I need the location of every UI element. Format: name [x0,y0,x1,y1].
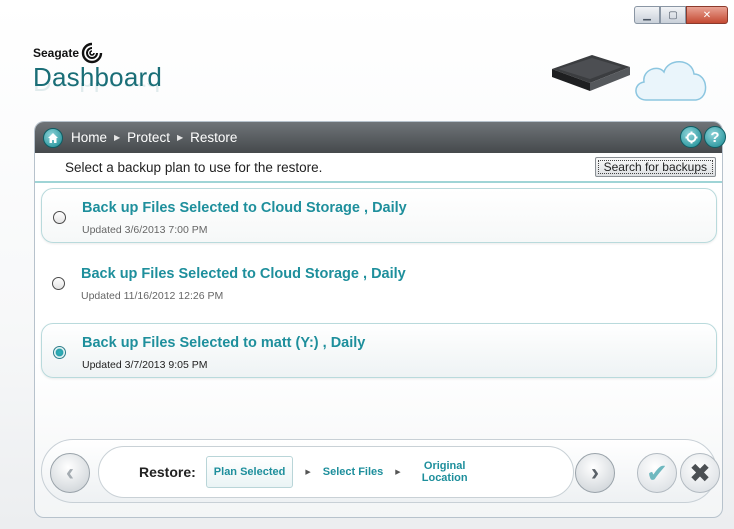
app-logo: Seagate Dashboard Dashboard [33,42,162,97]
step-select-files[interactable]: Select Files [323,466,384,478]
cloud-icon [635,61,707,101]
step-plan-selected[interactable]: Plan Selected [205,456,294,488]
search-for-backups-button[interactable]: Search for backups [594,157,716,177]
maximize-button[interactable]: ▢ [660,6,686,24]
plan-updated: Updated 3/6/2013 7:00 PM [82,224,208,236]
plan-title: Back up Files Selected to Cloud Storage … [81,266,406,282]
plan-radio-selected[interactable] [53,346,66,359]
plan-radio[interactable] [53,211,66,224]
cancel-x-button[interactable]: ✖ [680,453,720,493]
previous-button[interactable]: ‹ [50,453,90,493]
close-window-button[interactable]: ✕ [686,6,728,24]
breadcrumb-trail: Home ▶ Protect ▶ Restore [71,130,237,145]
breadcrumb-protect[interactable]: Protect [127,130,170,145]
breadcrumb: Home ▶ Protect ▶ Restore [35,122,722,153]
instruction-text: Select a backup plan to use for the rest… [65,159,323,175]
chevron-right-icon: ▶ [395,469,401,476]
plan-updated: Updated 3/7/2013 9:05 PM [82,359,208,371]
drive-device-icon [552,55,630,91]
wizard-steps: Restore: Plan Selected ▶ Select Files ▶ … [98,446,574,498]
seagate-swirl-icon [81,42,103,64]
home-icon[interactable] [43,127,63,148]
breadcrumb-home[interactable]: Home [71,130,107,145]
backup-plan-item[interactable]: Back up Files Selected to Cloud Storage … [41,188,717,243]
backup-plan-item-selected[interactable]: Back up Files Selected to matt (Y:) , Da… [41,323,717,378]
next-button[interactable]: › [575,453,615,493]
minimize-button[interactable]: ▁ [634,6,660,24]
chevron-right-icon: ▶ [176,133,184,142]
plan-updated: Updated 11/16/2012 12:26 PM [81,290,224,302]
product-name-reflection: Dashboard [33,83,162,97]
window-controls: ▁ ▢ ✕ [634,6,728,24]
wizard-label: Restore: [139,464,196,480]
backup-plan-item[interactable]: Back up Files Selected to Cloud Storage … [41,255,717,310]
chevron-right-icon: ▶ [114,133,121,142]
plan-radio[interactable] [52,277,65,290]
brand-name: Seagate [33,46,80,60]
restore-panel: Home ▶ Protect ▶ Restore Select a backup… [34,121,723,518]
step-original-location[interactable]: Original Location [413,460,477,484]
toolbar-icons: ? [680,126,726,148]
chevron-right-icon: ▶ [305,469,311,476]
help-icon[interactable]: ? [704,126,726,148]
app-window: ▁ ▢ ✕ Seagate Dashboard Dashboard [0,0,734,529]
breadcrumb-restore: Restore [190,130,238,145]
wizard-footer: ‹ Restore: Plan Selected ▶ Select Files … [41,439,720,503]
instruction-row: Select a backup plan to use for the rest… [35,153,722,183]
brand-logo: Seagate [33,42,162,64]
plan-title: Back up Files Selected to Cloud Storage … [82,200,407,216]
confirm-check-button[interactable]: ✔ [637,453,677,493]
plan-title: Back up Files Selected to matt (Y:) , Da… [82,335,366,351]
settings-icon[interactable] [680,126,702,148]
